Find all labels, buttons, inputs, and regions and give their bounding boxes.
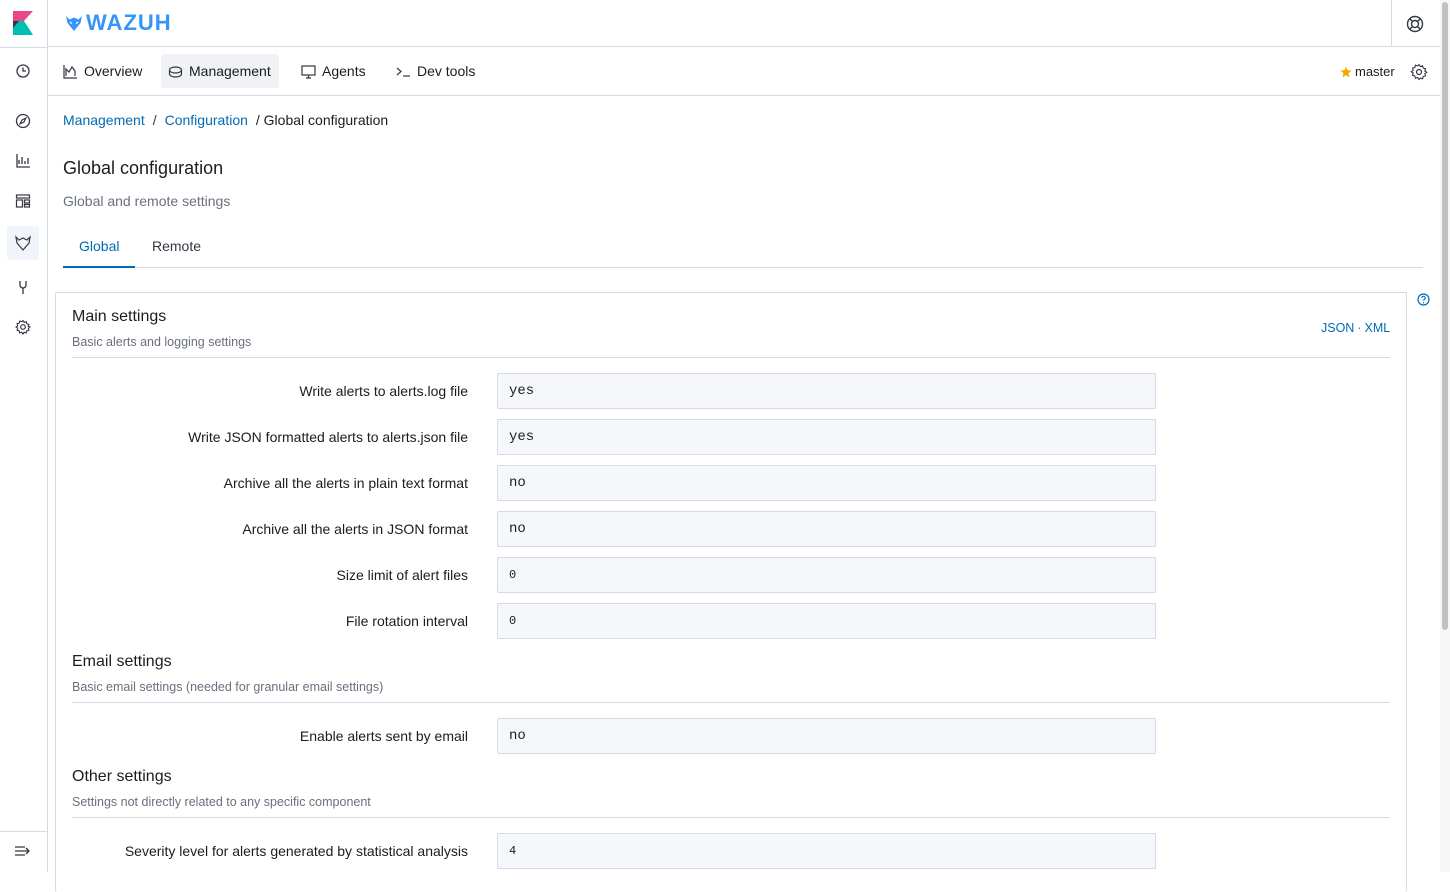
setting-label: Write JSON formatted alerts to alerts.js… <box>188 429 468 445</box>
recent-clock-icon[interactable] <box>7 54 39 88</box>
main-content: Management / Configuration / Global conf… <box>48 97 1440 892</box>
setting-label: Archive all the alerts in JSON format <box>242 521 468 537</box>
cluster-node-selector[interactable]: master <box>1340 64 1395 79</box>
xml-link[interactable]: XML <box>1365 321 1391 335</box>
tab-remote[interactable]: Remote <box>136 227 217 268</box>
setting-label: Enable alerts sent by email <box>299 728 468 744</box>
tab-dev-tools-label: Dev tools <box>417 63 476 79</box>
discover-compass-icon[interactable] <box>7 104 39 138</box>
tab-agents-label: Agents <box>322 63 366 79</box>
question-help-icon[interactable] <box>1417 293 1430 306</box>
tab-agents[interactable]: Agents <box>294 54 374 88</box>
breadcrumb-current: / Global configuration <box>255 112 389 128</box>
setting-label: Severity level for alerts generated by s… <box>124 843 468 859</box>
star-icon <box>1340 66 1352 77</box>
tab-management[interactable]: Management <box>161 54 279 88</box>
tab-overview-label: Overview <box>84 63 143 79</box>
side-nav-rail <box>0 0 48 872</box>
config-tabs: Global Remote <box>63 227 1423 268</box>
setting-label: Size limit of alert files <box>336 567 468 583</box>
app-header: WAZUH <box>48 0 1440 47</box>
console-icon <box>396 67 410 77</box>
section-title-main: Main settings <box>72 308 167 325</box>
setting-label: Write alerts to alerts.log file <box>299 383 468 399</box>
kibana-logo-icon[interactable] <box>13 11 33 35</box>
tab-overview[interactable]: Overview <box>56 54 150 88</box>
help-lifebuoy-icon[interactable] <box>1405 14 1425 34</box>
setting-value-field: 0 <box>497 603 1156 639</box>
wazuh-app-icon[interactable] <box>7 226 39 260</box>
wazuh-logo[interactable]: WAZUH <box>65 11 172 35</box>
tab-management-label: Management <box>189 63 271 79</box>
settings-gear-icon[interactable] <box>1410 63 1428 81</box>
setting-value-field: 4 <box>497 833 1156 869</box>
visualize-chart-icon[interactable] <box>7 144 39 178</box>
page-scrollbar[interactable] <box>1440 0 1450 872</box>
page-title: Global configuration <box>63 158 224 178</box>
format-links: JSON · XML <box>1321 321 1391 335</box>
tab-global[interactable]: Global <box>63 227 136 268</box>
section-subtitle-other: Settings not directly related to any spe… <box>72 795 371 809</box>
setting-value-field: yes <box>497 373 1156 409</box>
brand-name: WAZUH <box>86 10 172 35</box>
cluster-node-name: master <box>1355 64 1395 79</box>
setting-value-field: no <box>497 465 1156 501</box>
section-subtitle-main: Basic alerts and logging settings <box>72 335 252 349</box>
breadcrumb-management[interactable]: Management <box>63 112 145 128</box>
management-gear-icon[interactable] <box>7 310 39 344</box>
page-subtitle: Global and remote settings <box>63 193 231 209</box>
section-title-email: Email settings <box>72 653 172 670</box>
wazuh-menu: Overview Management Agents Dev tools mas… <box>48 48 1440 96</box>
breadcrumb: Management / Configuration / Global conf… <box>63 112 389 128</box>
setting-value-field: no <box>497 511 1156 547</box>
settings-panel: JSON · XML Main settings Basic alerts and … <box>55 292 1407 892</box>
setting-label: Archive all the alerts in plain text for… <box>223 475 468 491</box>
setting-value-field: 0 <box>497 557 1156 593</box>
json-link[interactable]: JSON <box>1321 321 1354 335</box>
tab-dev-tools[interactable]: Dev tools <box>389 54 483 88</box>
section-subtitle-email: Basic email settings (needed for granula… <box>72 680 384 694</box>
monitor-icon <box>301 64 316 79</box>
setting-value-field: no <box>497 718 1156 754</box>
collapse-nav-icon[interactable] <box>13 843 33 859</box>
visualize-icon <box>63 64 77 79</box>
dashboard-icon[interactable] <box>7 184 39 218</box>
setting-value-field: yes <box>497 419 1156 455</box>
section-title-other: Other settings <box>72 768 172 785</box>
breadcrumb-configuration[interactable]: Configuration <box>165 112 248 128</box>
stack-icon <box>168 65 183 78</box>
wazuh-wolf-icon <box>66 16 82 31</box>
setting-label: File rotation interval <box>345 613 468 629</box>
dev-tools-wrench-icon[interactable] <box>7 270 39 304</box>
